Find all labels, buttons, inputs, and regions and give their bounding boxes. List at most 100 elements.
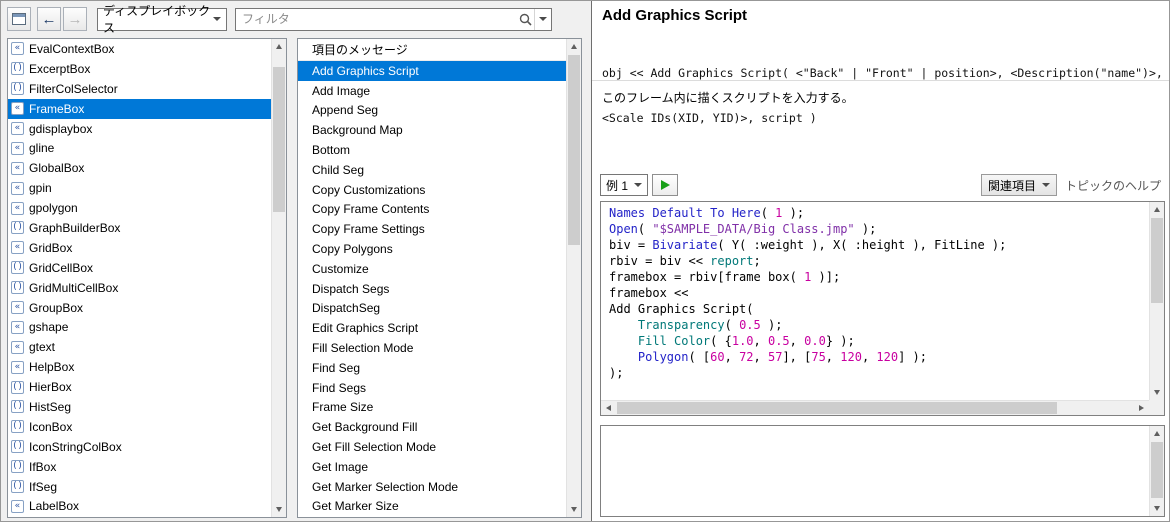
message-list-item[interactable]: Frame Size [298, 398, 566, 418]
category-dropdown[interactable]: ディスプレイボックス [97, 8, 227, 31]
message-list-item[interactable]: Child Seg [298, 160, 566, 180]
displaybox-list-item-label: HelpBox [29, 360, 74, 374]
displaybox-list-item[interactable]: ()ExcerptBox [8, 59, 271, 79]
message-list-item[interactable]: Get Marker Selection Mode [298, 477, 566, 497]
displaybox-list-item[interactable]: ()HierBox [8, 377, 271, 397]
displaybox-list-item[interactable]: ()IfBox [8, 457, 271, 477]
description-text: このフレーム内に描くスクリプトを入力する。 [602, 89, 854, 106]
message-list-item[interactable]: Get Marker Size [298, 497, 566, 517]
message-scrollbar[interactable] [566, 39, 581, 517]
scrollbar-thumb[interactable] [273, 67, 285, 212]
message-list-item[interactable]: Customize [298, 259, 566, 279]
displaybox-list-item[interactable]: «gpin [8, 178, 271, 198]
code-token: 0.0 [804, 334, 826, 348]
scrollbar-thumb[interactable] [617, 402, 1057, 414]
scroll-down-arrow-icon[interactable] [1150, 501, 1164, 516]
displaybox-scrollbar[interactable] [271, 39, 286, 517]
displaybox-list-item[interactable]: «GridBox [8, 238, 271, 258]
detail-panel: Add Graphics Script obj << Add Graphics … [591, 1, 1170, 521]
message-list-item-label: Get Image [312, 460, 368, 474]
message-list-item[interactable]: Append Seg [298, 101, 566, 121]
message-list-item-label: Get Background Fill [312, 420, 417, 434]
related-items-button[interactable]: 関連項目 [981, 174, 1057, 196]
displaybox-list-item[interactable]: «GroupBox [8, 298, 271, 318]
displaybox-list-item[interactable]: ()IfSeg [8, 477, 271, 497]
message-list-item[interactable]: Get Background Fill [298, 417, 566, 437]
displaybox-list-item[interactable]: «gtext [8, 337, 271, 357]
message-list-item[interactable]: Add Image [298, 81, 566, 101]
log-scrollbar[interactable] [1149, 426, 1164, 516]
displaybox-list-item[interactable]: «gdisplaybox [8, 119, 271, 139]
filter-dropdown-button[interactable] [534, 9, 551, 30]
message-list-item[interactable]: Background Map [298, 120, 566, 140]
message-list-item[interactable]: Find Seg [298, 358, 566, 378]
chevron-down-icon [213, 17, 221, 21]
scrollbar-thumb[interactable] [1151, 218, 1163, 303]
displaybox-list-item[interactable]: ()GraphBuilderBox [8, 218, 271, 238]
window-button[interactable] [7, 7, 31, 31]
message-list-item[interactable]: Get Image [298, 457, 566, 477]
displaybox-list-item[interactable]: ()GridCellBox [8, 258, 271, 278]
search-icon[interactable] [516, 13, 534, 26]
topic-help-button[interactable]: トピックのヘルプ [1061, 174, 1165, 196]
code-vertical-scrollbar[interactable] [1149, 202, 1164, 400]
run-script-button[interactable] [652, 174, 678, 196]
scroll-up-arrow-icon[interactable] [1150, 202, 1164, 217]
displaybox-list-item[interactable]: «gpolygon [8, 198, 271, 218]
message-list-item[interactable]: Copy Frame Contents [298, 200, 566, 220]
message-list-item[interactable]: Add Graphics Script [298, 61, 566, 81]
example-code[interactable]: Names Default To Here( 1 );Open( "$SAMPL… [601, 202, 1149, 400]
code-token: , [826, 350, 840, 364]
displaybox-list-item[interactable]: ()IconStringColBox [8, 437, 271, 457]
scroll-up-arrow-icon[interactable] [1150, 426, 1164, 441]
scrollbar-thumb[interactable] [1151, 442, 1163, 498]
displaybox-list-item[interactable]: «HelpBox [8, 357, 271, 377]
forward-button[interactable]: → [63, 7, 87, 31]
message-list-item[interactable]: Find Segs [298, 378, 566, 398]
displaybox-list-item[interactable]: «FrameBox [8, 99, 271, 119]
displaybox-list-item[interactable]: ()GridMultiCellBox [8, 278, 271, 298]
displaybox-list-item[interactable]: ()FilterColSelector [8, 79, 271, 99]
displaybox-list-item[interactable]: ()IconBox [8, 417, 271, 437]
example-selector[interactable]: 例 1 [600, 174, 648, 196]
displaybox-list-item-label: ExcerptBox [29, 62, 90, 76]
scroll-right-arrow-icon[interactable] [1134, 401, 1149, 415]
code-token: ( Y( :weight ), X( :height ), FitLine ); [717, 238, 1006, 252]
code-token: 75 [811, 350, 825, 364]
displaybox-list-item-label: gpolygon [29, 201, 78, 215]
code-token: framebox = rbiv[frame box( [609, 270, 804, 284]
scroll-left-arrow-icon[interactable] [601, 401, 616, 415]
scrollbar-thumb[interactable] [568, 55, 580, 245]
message-list-item[interactable]: Bottom [298, 140, 566, 160]
scroll-down-arrow-icon[interactable] [567, 502, 581, 517]
code-token: ); [761, 318, 783, 332]
code-line: ); [609, 365, 1149, 381]
code-token: 120 [840, 350, 862, 364]
scroll-up-arrow-icon[interactable] [272, 39, 286, 54]
code-horizontal-scrollbar[interactable] [601, 400, 1149, 415]
displaybox-list-item[interactable]: «LabelBox [8, 496, 271, 516]
scroll-up-arrow-icon[interactable] [567, 39, 581, 54]
message-list-item[interactable]: Get Fill Selection Mode [298, 437, 566, 457]
message-list-item[interactable]: DispatchSeg [298, 299, 566, 319]
code-token: ] ); [898, 350, 927, 364]
message-list-item[interactable]: Fill Selection Mode [298, 338, 566, 358]
displaybox-list-item[interactable]: «gline [8, 138, 271, 158]
scrollbar-corner [1149, 400, 1164, 415]
filter-input[interactable] [236, 12, 516, 26]
message-list-item[interactable]: Copy Frame Settings [298, 219, 566, 239]
message-list-item[interactable]: Edit Graphics Script [298, 318, 566, 338]
displaybox-list-item[interactable]: «GlobalBox [8, 158, 271, 178]
code-token: 72 [739, 350, 753, 364]
scroll-down-arrow-icon[interactable] [272, 502, 286, 517]
displaybox-list-item[interactable]: ()HistSeg [8, 397, 271, 417]
scroll-down-arrow-icon[interactable] [1150, 385, 1164, 400]
back-button[interactable]: ← [37, 7, 61, 31]
code-token [609, 318, 638, 332]
function-box-icon: () [11, 440, 24, 453]
displaybox-list-item[interactable]: «EvalContextBox [8, 39, 271, 59]
message-list-item[interactable]: Copy Customizations [298, 180, 566, 200]
message-list-item[interactable]: Copy Polygons [298, 239, 566, 259]
displaybox-list-item[interactable]: «gshape [8, 317, 271, 337]
message-list-item[interactable]: Dispatch Segs [298, 279, 566, 299]
